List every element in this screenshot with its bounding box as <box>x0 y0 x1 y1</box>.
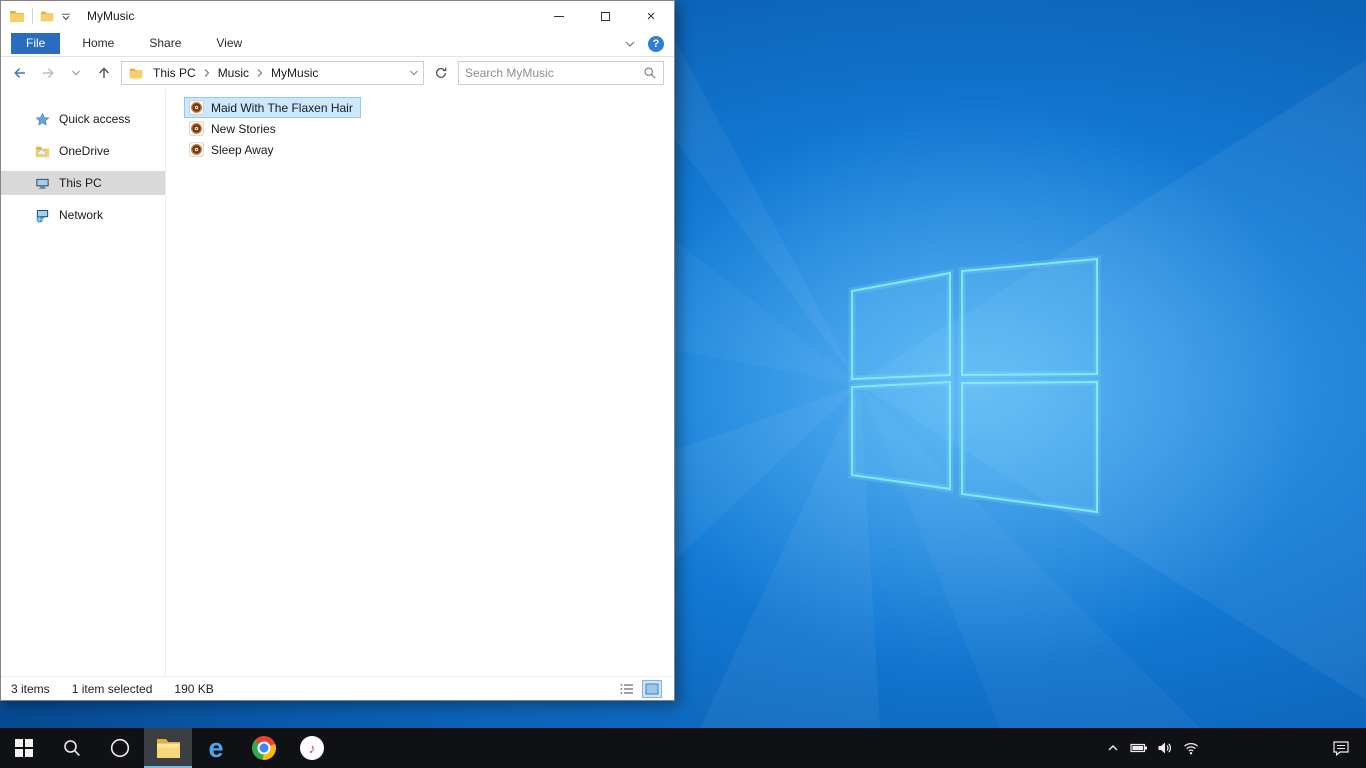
action-center-button[interactable] <box>1316 740 1366 756</box>
wifi-icon <box>1184 742 1198 755</box>
sidebar-item-label: OneDrive <box>59 144 110 158</box>
tab-view[interactable]: View <box>203 33 255 54</box>
tray-battery-button[interactable] <box>1126 728 1152 768</box>
explorer-window: MyMusic × File Home Share View ? This PC… <box>0 0 675 701</box>
tray-volume-button[interactable] <box>1152 728 1178 768</box>
action-center-icon <box>1333 741 1349 756</box>
star-icon <box>35 112 50 126</box>
qat-folder-icon[interactable] <box>40 9 54 23</box>
desktop: MyMusic × File Home Share View ? This PC… <box>0 0 1366 768</box>
edge-icon: e <box>208 732 224 763</box>
file-item[interactable]: New Stories <box>184 118 284 139</box>
music-file-icon <box>189 121 204 136</box>
selection-size: 190 KB <box>174 681 214 696</box>
status-bar: 3 items 1 item selected 190 KB <box>1 676 674 700</box>
qat-separator <box>32 8 33 24</box>
file-item[interactable]: Sleep Away <box>184 139 282 160</box>
forward-button[interactable] <box>37 62 59 84</box>
navigation-pane: Quick access OneDrive This PC Network <box>1 89 166 676</box>
chevron-up-icon <box>1108 745 1118 751</box>
breadcrumb-music[interactable]: Music <box>211 66 256 80</box>
sidebar-item-label: Network <box>59 208 104 222</box>
music-file-icon <box>189 100 204 115</box>
search-input[interactable] <box>465 66 643 80</box>
up-button[interactable] <box>93 62 115 84</box>
start-icon <box>15 739 33 757</box>
window-folder-icon <box>9 8 25 24</box>
cortana-icon <box>110 738 130 758</box>
start-button[interactable] <box>0 728 48 768</box>
refresh-icon[interactable] <box>430 62 452 84</box>
sidebar-item-quick-access[interactable]: Quick access <box>1 107 165 131</box>
details-view-icon[interactable] <box>617 680 637 698</box>
large-icons-view-icon[interactable] <box>642 679 662 698</box>
tab-home[interactable]: Home <box>69 33 127 54</box>
sidebar-item-network[interactable]: Network <box>1 203 165 227</box>
tab-file[interactable]: File <box>11 33 61 54</box>
titlebar[interactable]: MyMusic × <box>1 1 674 31</box>
maximize-button[interactable] <box>582 1 628 31</box>
tray-network-button[interactable] <box>1178 728 1204 768</box>
window-title: MyMusic <box>87 9 135 23</box>
minimize-icon <box>554 15 564 17</box>
recent-locations-chevron-icon[interactable] <box>65 62 87 84</box>
file-list[interactable]: Maid With The Flaxen Hair New Stories Sl… <box>166 89 674 676</box>
breadcrumb-this-pc[interactable]: This PC <box>146 66 203 80</box>
taskbar-edge-button[interactable]: e <box>192 728 240 768</box>
search-icon[interactable] <box>643 66 657 80</box>
close-icon: × <box>646 7 656 25</box>
breadcrumb-chevron-icon <box>204 69 209 77</box>
battery-icon <box>1130 743 1147 753</box>
sidebar-item-label: Quick access <box>59 112 131 126</box>
sidebar-item-onedrive[interactable]: OneDrive <box>1 139 165 163</box>
breadcrumb-mymusic[interactable]: MyMusic <box>264 66 325 80</box>
breadcrumb-chevron-icon <box>257 69 263 77</box>
search-icon <box>64 740 80 756</box>
address-bar[interactable]: This PC Music MyMusic <box>121 61 424 85</box>
network-icon <box>36 209 49 223</box>
items-count: 3 items <box>11 681 50 696</box>
tab-share[interactable]: Share <box>136 33 194 54</box>
taskbar-itunes-button[interactable]: ♪ <box>288 728 336 768</box>
ribbon-tabbar: File Home Share View ? <box>1 31 674 57</box>
back-button[interactable] <box>9 62 31 84</box>
selection-count: 1 item selected <box>71 681 153 696</box>
minimize-button[interactable] <box>536 1 582 31</box>
cortana-button[interactable] <box>96 728 144 768</box>
taskbar-file-explorer-button[interactable] <box>144 728 192 768</box>
speaker-icon <box>1158 742 1171 754</box>
file-name: New Stories <box>211 121 276 136</box>
sidebar-item-this-pc[interactable]: This PC <box>1 171 165 195</box>
music-file-icon <box>189 142 204 157</box>
taskbar-search-button[interactable] <box>48 728 96 768</box>
help-icon[interactable]: ? <box>648 35 664 52</box>
address-dropdown-chevron-icon[interactable] <box>409 68 419 78</box>
file-explorer-icon <box>156 739 180 758</box>
search-box[interactable] <box>458 61 664 85</box>
sidebar-item-label: This PC <box>59 176 102 190</box>
close-button[interactable]: × <box>628 1 674 31</box>
taskbar: e ♪ <box>0 728 1366 768</box>
file-name: Maid With The Flaxen Hair <box>211 100 353 115</box>
chrome-icon <box>252 736 276 760</box>
qat-customize-chevron-icon[interactable] <box>61 11 71 21</box>
computer-icon <box>36 178 49 189</box>
maximize-icon <box>600 11 610 21</box>
ribbon-collapse-chevron-icon[interactable] <box>624 38 636 50</box>
tray-show-hidden-icons-button[interactable] <box>1100 728 1126 768</box>
onedrive-icon <box>35 146 50 157</box>
location-folder-icon <box>129 66 143 80</box>
file-item[interactable]: Maid With The Flaxen Hair <box>184 97 361 118</box>
windows-logo <box>848 255 1101 516</box>
taskbar-chrome-button[interactable] <box>240 728 288 768</box>
itunes-icon: ♪ <box>300 736 324 760</box>
file-name: Sleep Away <box>211 142 274 157</box>
address-toolbar: This PC Music MyMusic <box>1 57 674 89</box>
